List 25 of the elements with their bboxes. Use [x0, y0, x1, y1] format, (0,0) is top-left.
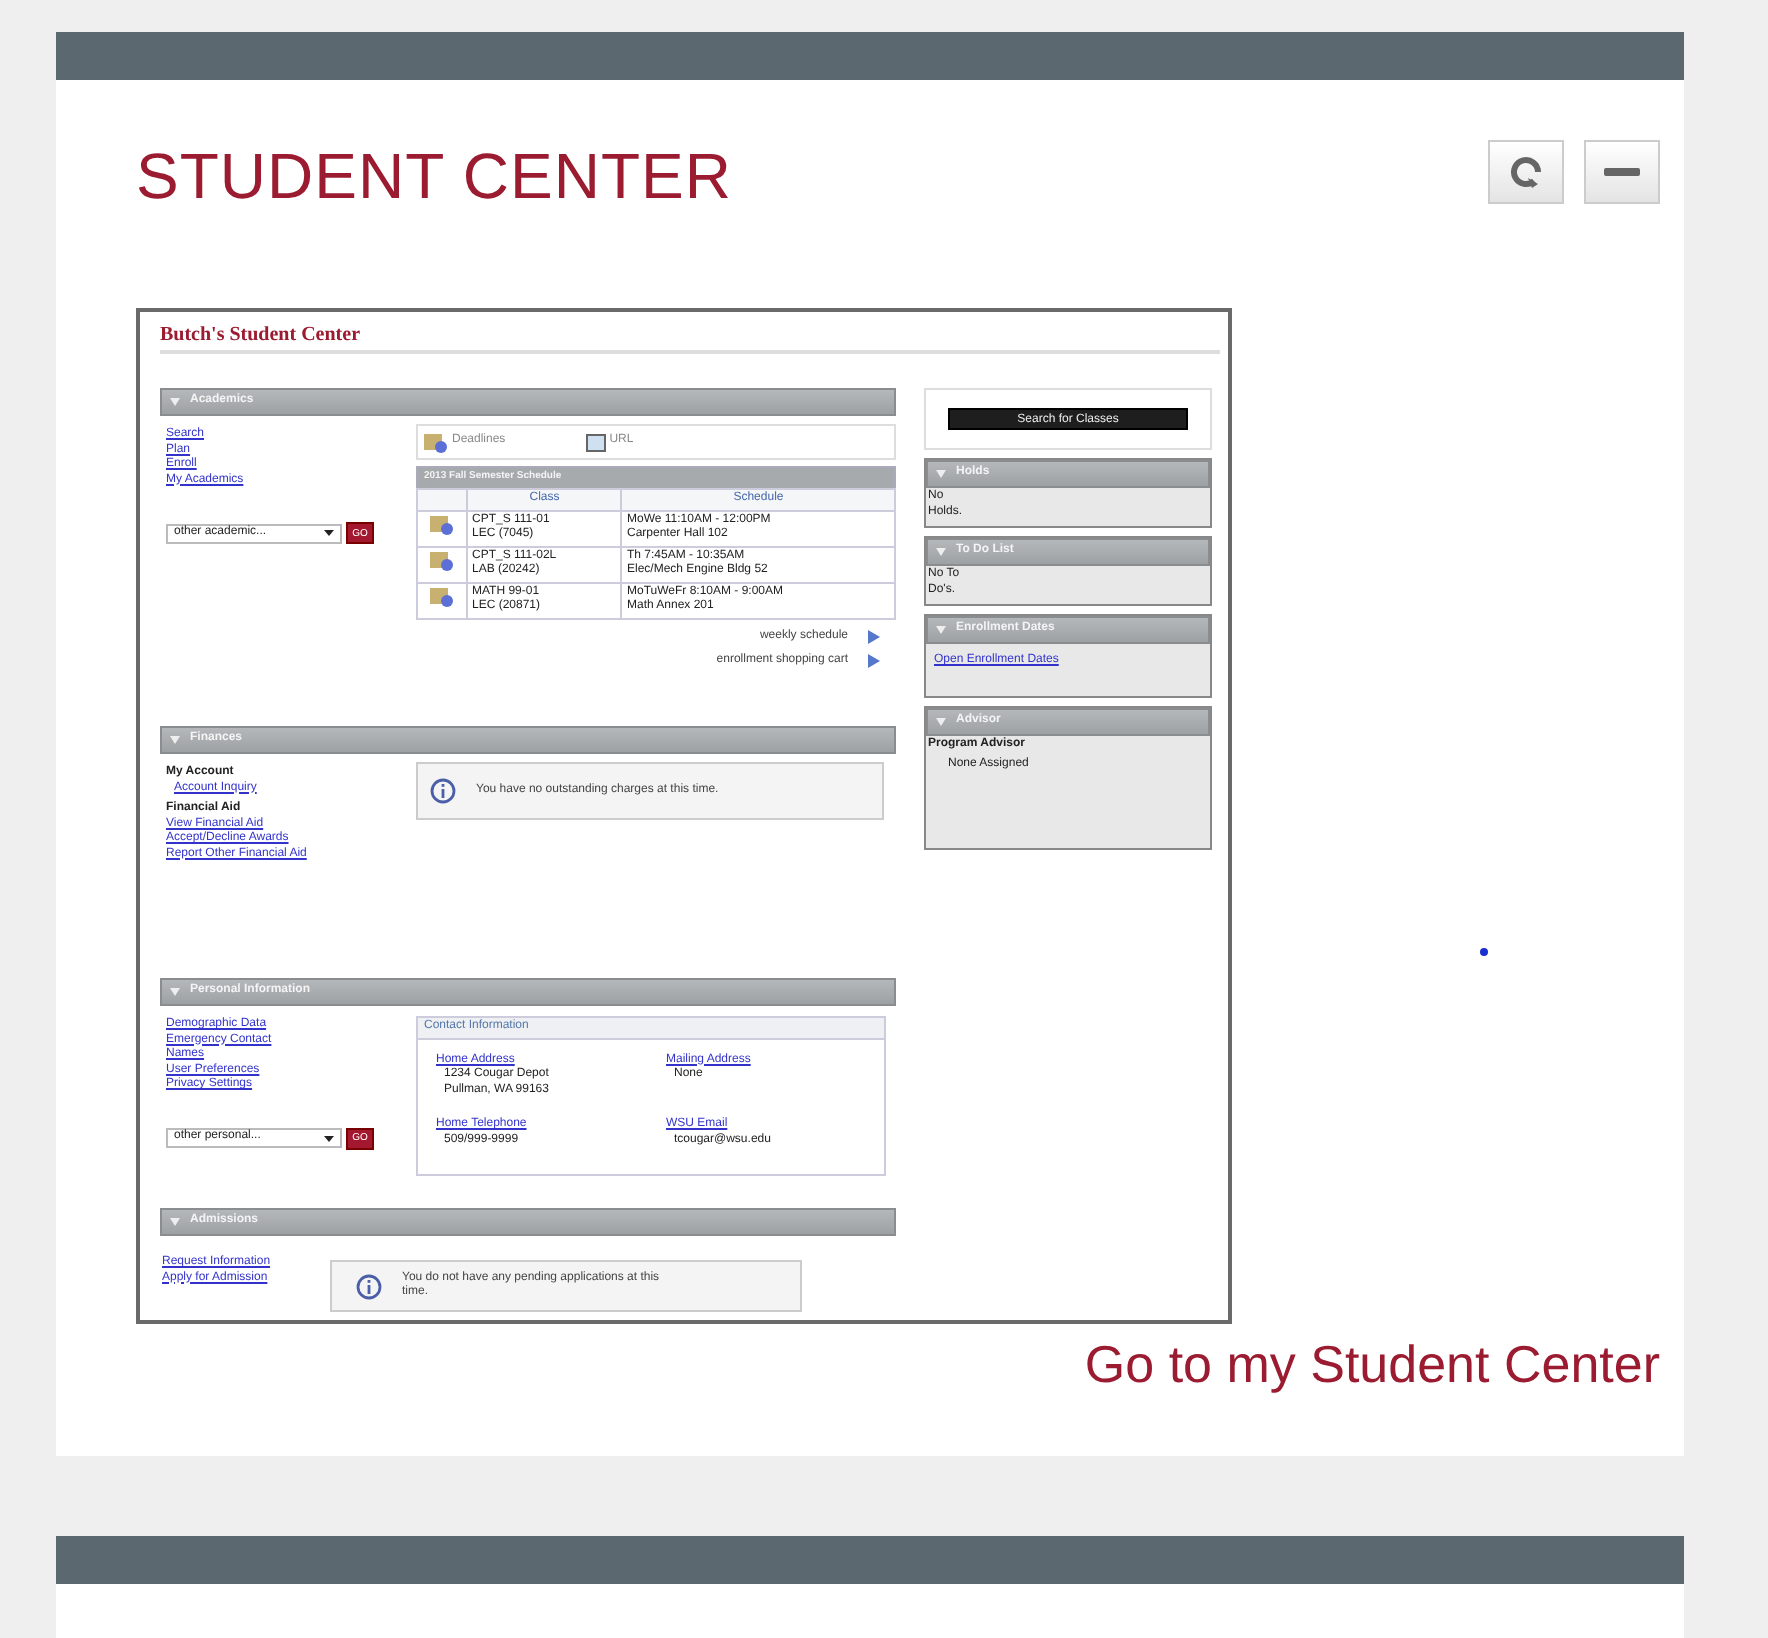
refresh-icon	[1508, 154, 1544, 190]
caret-icon	[324, 1135, 334, 1141]
document-icon	[430, 549, 454, 572]
dot-mark	[1480, 948, 1488, 956]
minimize-button[interactable]	[1584, 140, 1660, 204]
document-icon	[430, 513, 454, 536]
preview-title: Butch's Student Center	[160, 324, 1220, 354]
collapse-icon	[170, 398, 180, 406]
collapse-icon	[936, 548, 946, 556]
document-icon	[424, 431, 448, 453]
minimize-icon	[1604, 168, 1640, 176]
info-icon	[430, 778, 456, 804]
student-center-link[interactable]: Go to my Student Center	[1084, 1332, 1660, 1396]
collapse-icon	[170, 988, 180, 996]
collapse-icon	[936, 470, 946, 478]
collapse-icon	[170, 1218, 180, 1226]
window-icon	[585, 433, 606, 451]
info-icon	[356, 1273, 382, 1299]
page-title: STUDENT CENTER	[136, 138, 732, 216]
document-icon	[430, 585, 454, 608]
caret-icon	[324, 530, 334, 536]
collapse-icon	[170, 736, 180, 744]
collapse-icon	[936, 718, 946, 726]
refresh-button[interactable]	[1488, 140, 1564, 204]
collapse-icon	[936, 626, 946, 634]
